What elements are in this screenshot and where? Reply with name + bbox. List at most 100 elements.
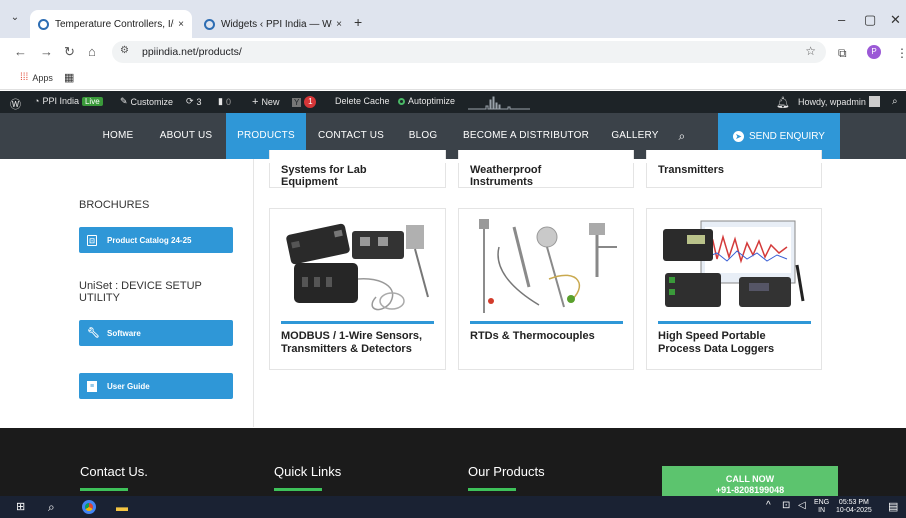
address-bar-row: ← → ↻ ⌂ ⚙ ppiindia.net/products/ ☆ ⧉ P ⋮ [0,38,906,66]
send-enquiry-label: SEND ENQUIRY [749,130,825,142]
wp-customize[interactable]: ✎ Customize [120,96,173,107]
call-now-button[interactable]: CALL NOW +91-8208199048 [662,466,838,496]
wordpress-logo-icon[interactable]: Ⓦ [10,96,21,112]
tab-search-chevron-icon[interactable]: ⌄ [8,12,22,26]
region-code: IN [818,507,826,514]
live-badge: Live [81,96,103,106]
guide-label: User Guide [107,381,150,391]
sidebar: BROCHURES ⊡ Product Catalog 24-25 UniSet… [62,159,254,427]
taskbar-search-icon[interactable]: ⌕ [48,500,55,515]
revisions-count: 3 [196,96,202,107]
profile-avatar[interactable]: P [867,45,881,59]
software-button[interactable]: 🔧︎ Software [79,320,233,346]
tray-chevron-icon[interactable]: ^ [766,500,771,511]
bookmarks-bar: ⁞⁞⁞ Apps ▦ [0,66,906,90]
greeting-label: Howdy, wpadmin [798,96,866,107]
apps-bookmark[interactable]: ⁞⁞⁞ Apps [20,72,53,83]
card-title-line1: MODBUS / 1-Wire Sensors, [281,330,423,342]
browser-tab-strip: ⌄ Temperature Controllers, I/O M × Widge… [0,0,906,38]
call-number: +91-8208199048 [715,485,785,495]
product-card-rtds[interactable]: RTDs & Thermocouples [458,208,634,370]
traffic-sparkline-icon[interactable] [468,94,530,110]
back-arrow-icon[interactable]: ← [14,44,27,59]
tab-groups-icon[interactable]: ▦ [64,71,74,84]
software-label: Software [107,328,141,338]
brochures-heading: BROCHURES [79,199,150,211]
card-title-line2: Process Data Loggers [658,343,775,355]
plus-icon: + [252,96,259,108]
clock-time: 05:53 PM [838,499,869,506]
card-title-line1: Weatherproof [470,164,542,176]
footer-rule [274,488,322,491]
wp-site-menu[interactable]: ◔ PPI India Live [34,96,103,106]
customize-label: Customize [130,96,174,107]
comments-count: 0 [225,96,231,107]
brush-icon: ✎ [120,96,128,106]
wp-seo[interactable]: Y 1 [292,96,317,108]
home-icon[interactable]: ⌂ [88,44,96,59]
new-tab-button[interactable]: + [354,14,362,30]
card-title: RTDs & Thermocouples [470,330,640,343]
product-card-modbus[interactable]: MODBUS / 1-Wire Sensors, Transmitters & … [269,208,446,370]
wp-comments[interactable]: ▮ 0 [218,96,231,107]
bookmark-star-icon[interactable]: ☆ [805,44,816,58]
tab-title: Temperature Controllers, I/O M [55,18,174,30]
nav-shadow-mask [262,159,842,163]
nav-home[interactable]: HOME [92,113,144,159]
rtd-thermocouples-image [479,219,617,313]
uniset-heading-line1: UniSet : DEVICE SETUP [79,280,202,292]
card-title-line2: Equipment [281,176,338,188]
wp-account[interactable]: Howdy, wpadmin [798,96,880,107]
tab-close-icon[interactable]: × [336,19,342,30]
dashboard-icon: ◔ [34,96,40,106]
card-title-line2: Instruments [470,176,533,188]
search-icon[interactable]: ⌕ [892,96,898,107]
tab-products[interactable]: Temperature Controllers, I/O M × [30,10,192,38]
chrome-taskbar-icon[interactable] [82,500,96,517]
network-icon[interactable]: ⊡ [782,500,790,511]
file-explorer-icon[interactable]: ▬ [116,500,128,514]
product-card-lab-systems[interactable]: Systems for Lab Equipment [269,150,446,188]
call-now-label: CALL NOW [725,474,775,484]
restore-button[interactable]: ▢ [864,12,876,28]
omnibox[interactable]: ⚙ ppiindia.net/products/ ☆ [112,41,826,63]
language-indicator[interactable]: ENG IN [814,499,829,515]
product-catalog-button[interactable]: ⊡ Product Catalog 24-25 [79,227,233,253]
nav-about[interactable]: ABOUT US [152,113,220,159]
uniset-heading-line2: UTILITY [79,292,120,304]
site-favicon-icon [38,18,49,30]
tab-close-icon[interactable]: × [178,19,184,30]
product-card-data-loggers[interactable]: High Speed Portable Process Data Loggers [646,208,822,370]
notifications-icon[interactable]: ▤ [888,500,898,513]
wp-revisions[interactable]: ⟳ 3 [186,96,202,107]
footer-rule [80,488,128,491]
clock[interactable]: 05:53 PM 10-04-2025 [836,499,872,515]
notification-bell-icon[interactable]: 🔔︎ [776,96,790,109]
extensions-icon[interactable]: ⧉ [838,46,847,61]
footer-contact-heading: Contact Us. [80,464,148,479]
windows-start-icon[interactable]: ⊞ [16,500,25,513]
browser-menu-icon[interactable]: ⋮ [896,46,906,60]
tab-widgets[interactable]: Widgets ‹ PPI India — WordPre × [196,10,350,38]
document-icon: ≡ [87,380,97,392]
close-window-button[interactable]: ✕ [890,12,901,28]
product-card-weatherproof[interactable]: Weatherproof Instruments [458,150,634,188]
minimize-button[interactable]: – [838,12,845,27]
wp-autoptimize[interactable]: Autoptimize [398,96,455,106]
product-card-transmitters[interactable]: Transmitters [646,150,822,188]
status-dot-icon [398,97,405,105]
volume-icon[interactable]: ◁ [798,500,806,511]
new-label: New [261,97,280,107]
site-favicon-icon [204,18,215,30]
site-info-icon[interactable]: ⚙ [120,45,129,56]
wp-new[interactable]: + New [252,96,279,108]
card-title-line2: Transmitters & Detectors [281,343,412,355]
reload-icon[interactable]: ↻ [64,44,75,60]
url-text[interactable]: ppiindia.net/products/ [142,46,242,58]
forward-arrow-icon[interactable]: → [40,44,53,59]
delete-cache-link[interactable]: Delete Cache [335,96,390,106]
sync-icon: ⟳ [186,96,194,106]
card-title-line1: Transmitters [658,164,725,176]
card-title: High Speed Portable Process Data Loggers [658,330,828,356]
user-guide-button[interactable]: ≡ User Guide [79,373,233,399]
